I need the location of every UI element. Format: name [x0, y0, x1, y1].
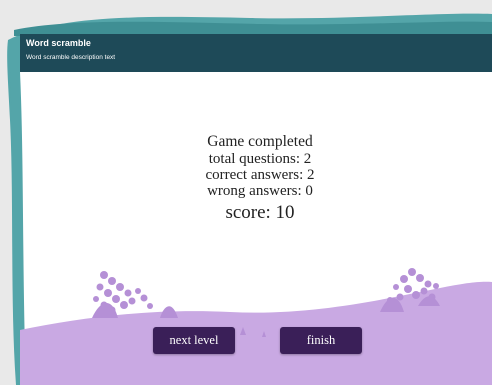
title-bar: Word scramble Word scramble description …: [20, 34, 492, 72]
result-panel: Game completed total questions: 2 correc…: [0, 132, 492, 224]
score-text: score: 10: [225, 202, 295, 223]
game-completed-heading: Game completed: [207, 133, 313, 150]
wrong-answers-text: wrong answers: 0: [207, 183, 313, 199]
game-description: Word scramble description text: [26, 54, 116, 61]
game-title: Word scramble: [26, 38, 91, 48]
finish-button[interactable]: finish: [280, 327, 362, 354]
correct-answers-text: correct answers: 2: [205, 167, 315, 183]
next-level-button[interactable]: next level: [153, 327, 235, 354]
total-questions-text: total questions: 2: [208, 151, 312, 167]
